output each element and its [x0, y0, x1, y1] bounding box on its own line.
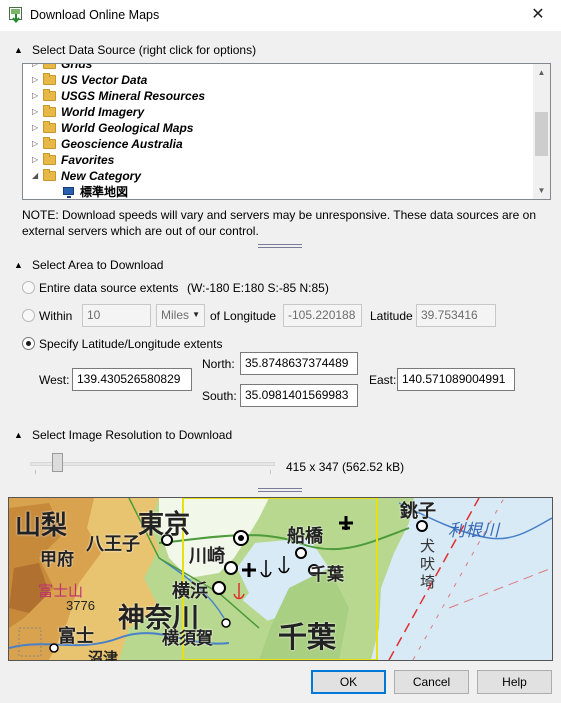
tree-item-label: USGS Mineral Resources [61, 89, 206, 103]
area-header-label: Select Area to Download [32, 258, 164, 272]
tree-item-label: 標準地図 [80, 185, 129, 199]
expand-arrow-icon[interactable]: ▷ [32, 88, 38, 104]
tree-item-label: US Vector Data [61, 73, 148, 87]
slider-tick [35, 470, 36, 474]
help-button[interactable]: Help [477, 670, 552, 694]
tree-item-label: Favorites [61, 153, 115, 167]
tree-item-label: New Category [61, 169, 142, 183]
within-radio[interactable] [22, 309, 35, 322]
app-icon [9, 7, 22, 23]
of-longitude-label: of Longitude [210, 309, 277, 323]
map-label-chiba-pref: 千葉 [278, 622, 337, 654]
east-field[interactable]: 140.571089004991 [397, 368, 515, 391]
latitude-field[interactable]: 39.753416 [416, 304, 496, 327]
entire-extents-option[interactable]: Entire data source extents (W:-180 E:180… [22, 279, 362, 297]
monitor-icon [63, 187, 74, 198]
map-label-fuji-city: 富士 [58, 626, 94, 646]
splitter-handle[interactable] [258, 488, 302, 492]
dropdown-arrow-icon: ▼ [192, 310, 200, 319]
folder-icon [43, 169, 56, 181]
map-label-choshi: 銚子 [400, 501, 436, 521]
west-label: West: [39, 373, 70, 387]
within-label: Within [39, 309, 73, 323]
specify-extents-radio[interactable] [22, 337, 35, 350]
map-label-kofu: 甲府 [40, 550, 74, 569]
east-label: East: [369, 373, 397, 387]
collapse-chevron-icon[interactable]: ▲ [14, 45, 26, 55]
data-source-tree[interactable]: ▷ Grids ▷ US Vector Data ▷ USGS Mineral … [22, 63, 551, 200]
area-header[interactable]: ▲ Select Area to Download [14, 258, 163, 272]
map-label-hachioji: 八王子 [86, 534, 140, 554]
title-bar: Download Online Maps ✕ [0, 0, 561, 31]
unit-select-value: Miles [161, 308, 190, 322]
west-field[interactable]: 139.430526580829 [72, 368, 192, 391]
scroll-up-icon[interactable]: ▲ [533, 64, 550, 81]
folder-icon [43, 64, 56, 69]
scroll-thumb[interactable] [535, 112, 548, 156]
data-source-header-label: Select Data Source (right click for opti… [32, 43, 257, 57]
expand-arrow-icon[interactable]: ▷ [32, 120, 38, 136]
resolution-header[interactable]: ▲ Select Image Resolution to Download [14, 428, 232, 442]
close-icon[interactable]: ✕ [515, 0, 561, 31]
resolution-slider-thumb[interactable] [52, 453, 63, 472]
north-label: North: [202, 357, 235, 371]
tree-scrollbar[interactable]: ▲ ▼ [533, 64, 550, 199]
map-label-chiba-city: 千葉 [310, 565, 344, 584]
expand-arrow-icon[interactable]: ▷ [32, 64, 38, 72]
map-label-funabashi: 船橋 [287, 526, 323, 546]
folder-icon [43, 89, 56, 101]
folder-icon [43, 121, 56, 133]
expand-arrow-icon[interactable]: ▷ [32, 104, 38, 120]
folder-icon [43, 105, 56, 117]
expand-arrow-icon[interactable]: ▷ [32, 72, 38, 88]
south-label: South: [202, 389, 237, 403]
tree-item-label: World Imagery [61, 105, 145, 119]
image-size-text: 415 x 347 (562.52 kB) [286, 460, 405, 474]
data-source-header[interactable]: ▲ Select Data Source (right click for opt… [14, 43, 256, 57]
map-label-kawasaki: 川崎 [189, 546, 225, 566]
slider-tick [270, 470, 271, 474]
map-label-tonegawa: 利根川 [448, 521, 499, 540]
ok-button[interactable]: OK [311, 670, 386, 694]
resolution-slider-track[interactable] [30, 462, 275, 466]
speed-note: NOTE: Download speeds will vary and serv… [22, 208, 537, 238]
north-field[interactable]: 35.8748637374489 [240, 352, 358, 375]
map-label-tokyo-pref: 東京 [138, 509, 191, 539]
unit-select[interactable]: Miles ▼ [156, 304, 205, 327]
collapse-arrow-icon[interactable]: ◢ [32, 168, 38, 184]
extents-info: (W:-180 E:180 S:-85 N:85) [187, 281, 329, 295]
splitter-handle[interactable] [258, 244, 302, 248]
collapse-chevron-icon[interactable]: ▲ [14, 430, 26, 440]
expand-arrow-icon[interactable]: ▷ [32, 152, 38, 168]
within-option[interactable]: Within [22, 307, 82, 325]
entire-extents-radio[interactable] [22, 281, 35, 294]
latitude-label: Latitude [370, 309, 413, 323]
tree-item-label: World Geological Maps [61, 121, 194, 135]
collapse-chevron-icon[interactable]: ▲ [14, 260, 26, 270]
specify-extents-option[interactable]: Specify Latitude/Longitude extents [22, 335, 232, 353]
expand-arrow-icon[interactable]: ▷ [32, 136, 38, 152]
folder-icon [43, 137, 56, 149]
map-label-fuji-elevation: 3776 [66, 598, 95, 613]
folder-icon [43, 73, 56, 85]
resolution-header-label: Select Image Resolution to Download [32, 428, 233, 442]
map-label-yamanashi: 山梨 [15, 510, 68, 540]
tree-item-label: Grids [61, 63, 93, 71]
map-label-yokosuka: 横須賀 [162, 629, 213, 648]
entire-extents-label: Entire data source extents [39, 281, 179, 295]
distance-field[interactable]: 10 [82, 304, 151, 327]
scroll-down-icon[interactable]: ▼ [533, 182, 550, 199]
south-field[interactable]: 35.0981401569983 [240, 384, 358, 407]
window-title: Download Online Maps [30, 8, 160, 22]
longitude-field[interactable]: -105.220188 [283, 304, 362, 327]
map-label-numazu: 沼津 [88, 650, 119, 661]
specify-extents-label: Specify Latitude/Longitude extents [39, 337, 223, 351]
tree-item-label: Geoscience Australia [61, 137, 183, 151]
map-label-inubosaki: 犬吠埼 [420, 538, 436, 591]
cancel-button[interactable]: Cancel [394, 670, 469, 694]
folder-icon [43, 153, 56, 165]
